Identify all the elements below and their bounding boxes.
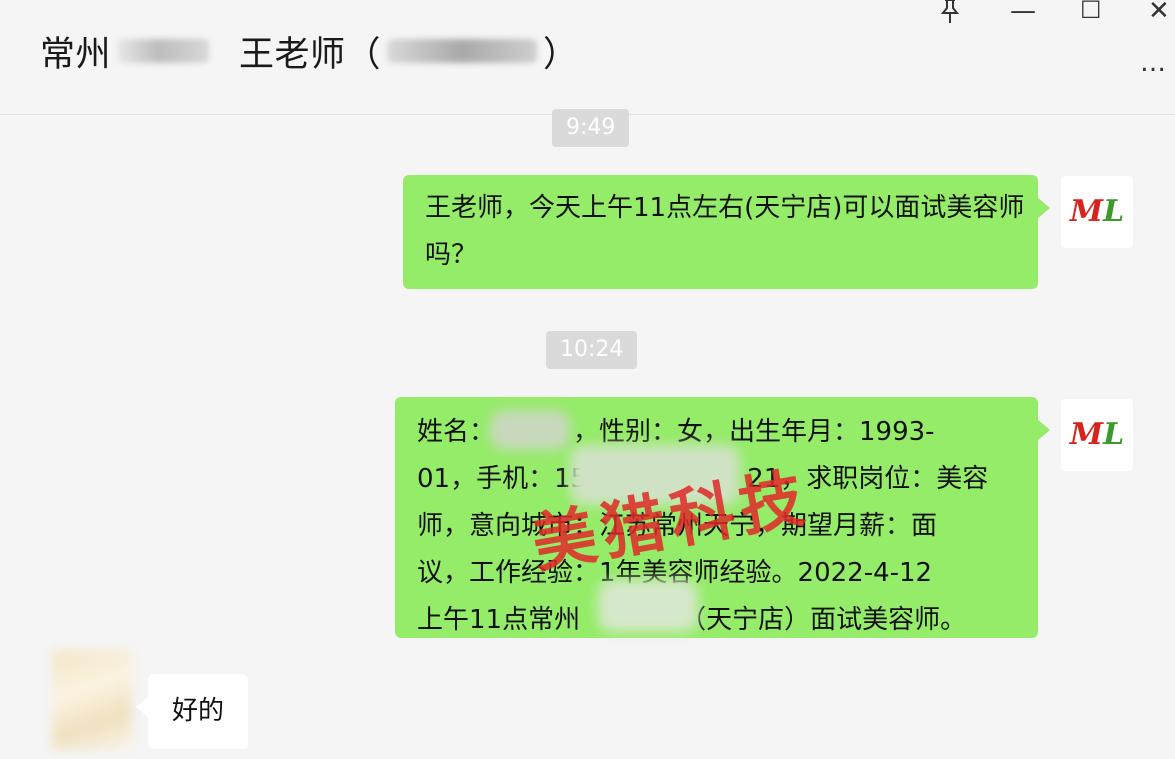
text-segment: ，性别：女，出生年月：1993- (573, 417, 935, 447)
more-options-icon[interactable]: … (1140, 48, 1168, 78)
text-segment: （天宁店）面试美容师。 (680, 605, 967, 635)
user-avatar[interactable]: ML (1061, 399, 1133, 471)
blurred-title-part (117, 39, 210, 63)
text-segment: 议，工作经验：1年美容师经验。2022-4-12 (417, 558, 933, 588)
pin-icon[interactable] (938, 0, 962, 28)
blurred-phone (387, 39, 538, 63)
timestamp: 10:24 (546, 331, 638, 369)
timestamp: 9:49 (552, 109, 630, 147)
title-city: 常州 (40, 34, 112, 75)
maximize-icon[interactable]: ☐ (1080, 0, 1102, 22)
logo-mark-icon: ML (1069, 417, 1125, 452)
text-segment: 姓名： (417, 417, 496, 447)
user-avatar[interactable]: ML (1061, 176, 1133, 248)
message-text: 王老师，今天上午11点左右(天宁店)可以面试美容师吗？ (425, 193, 1025, 270)
contact-avatar[interactable] (52, 650, 132, 750)
blurred-name (490, 410, 570, 450)
bubble-tail (1037, 197, 1050, 219)
bubble-tail (1037, 419, 1050, 441)
title-contact: 王老师（ (239, 34, 382, 75)
received-message-bubble[interactable]: 好的 (136, 674, 248, 749)
chat-title: 常州 王老师（ ） (40, 26, 579, 76)
message-text: 好的 (171, 696, 224, 726)
close-icon[interactable]: ✕ (1148, 0, 1170, 24)
bubble-tail (136, 696, 149, 718)
sent-message-bubble[interactable]: 王老师，今天上午11点左右(天宁店)可以面试美容师吗？ (403, 175, 1050, 289)
minimize-icon[interactable]: — (1010, 0, 1036, 24)
blurred-store-name (598, 580, 698, 632)
chat-header: 常州 王老师（ ） — ☐ ✕ … (0, 0, 1175, 115)
text-segment: 上午11点常州 (417, 605, 581, 635)
title-close-paren: ） (543, 34, 579, 75)
logo-mark-icon: ML (1069, 194, 1125, 229)
